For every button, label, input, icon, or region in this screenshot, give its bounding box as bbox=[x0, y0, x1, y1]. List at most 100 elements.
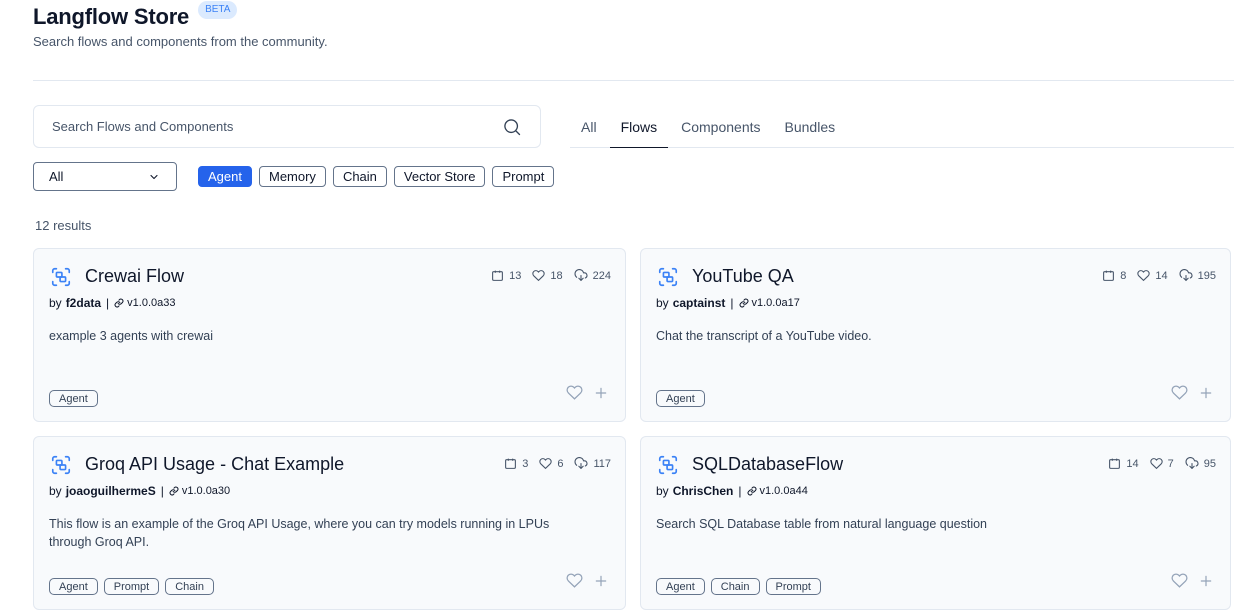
downloads-count: 195 bbox=[1179, 269, 1216, 282]
component-icon bbox=[492, 270, 504, 281]
card-version: v1.0.0a44 bbox=[747, 485, 808, 497]
tag-filters: Agent Memory Chain Vector Store Prompt bbox=[198, 166, 555, 187]
heart-icon bbox=[532, 270, 546, 282]
components-count: 3 bbox=[504, 457, 528, 470]
component-icon bbox=[1103, 270, 1115, 281]
like-heart-icon[interactable] bbox=[1171, 572, 1188, 589]
header-divider bbox=[33, 80, 1234, 81]
results-count: 12 results bbox=[35, 218, 92, 233]
like-heart-icon[interactable] bbox=[566, 384, 583, 401]
card-actions bbox=[566, 384, 609, 401]
card-tags: Agent Chain Prompt bbox=[656, 578, 821, 595]
search-box[interactable] bbox=[33, 105, 541, 148]
card-stats: 13 18 224 bbox=[480, 269, 611, 282]
heart-icon bbox=[1149, 458, 1163, 470]
components-count: 8 bbox=[1102, 269, 1126, 282]
tag-filter-vector-store[interactable]: Vector Store bbox=[393, 166, 486, 187]
card-meta: by ChrisChen | v1.0.0a44 bbox=[656, 484, 808, 498]
tag-filter-agent[interactable]: Agent bbox=[198, 166, 252, 187]
tag-filter-prompt[interactable]: Prompt bbox=[492, 166, 555, 187]
components-count: 13 bbox=[491, 269, 521, 282]
like-heart-icon[interactable] bbox=[1171, 384, 1188, 401]
add-plus-icon[interactable] bbox=[1198, 385, 1214, 401]
add-plus-icon[interactable] bbox=[1198, 573, 1214, 589]
like-heart-icon[interactable] bbox=[566, 572, 583, 589]
card-tag-chain: Chain bbox=[165, 578, 214, 595]
card-stats: 14 7 95 bbox=[1097, 457, 1216, 470]
card-title[interactable]: Crewai Flow bbox=[85, 266, 184, 287]
type-tabs: All Flows Components Bundles bbox=[570, 106, 1234, 148]
link-icon bbox=[747, 486, 756, 496]
card-tags: Agent bbox=[656, 390, 705, 407]
card-title[interactable]: SQLDatabaseFlow bbox=[692, 454, 843, 475]
card-actions bbox=[1171, 384, 1214, 401]
beta-badge: BETA bbox=[198, 1, 238, 19]
card-description: Chat the transcript of a YouTube video. bbox=[656, 329, 872, 343]
tag-filter-chain[interactable]: Chain bbox=[332, 166, 387, 187]
search-input[interactable] bbox=[52, 119, 502, 134]
group-flow-icon bbox=[658, 455, 678, 475]
link-icon bbox=[114, 298, 124, 308]
tag-filter-memory[interactable]: Memory bbox=[258, 166, 326, 187]
card-tags: Agent Prompt Chain bbox=[49, 578, 214, 595]
tab-flows[interactable]: Flows bbox=[609, 106, 669, 148]
filter-select[interactable]: All bbox=[33, 162, 177, 191]
card-actions bbox=[566, 572, 609, 589]
search-icon[interactable] bbox=[502, 117, 522, 137]
flow-card[interactable]: SQLDatabaseFlow 14 7 95 by ChrisChen | v1… bbox=[640, 436, 1231, 610]
card-tag-chain: Chain bbox=[710, 578, 760, 595]
tab-all[interactable]: All bbox=[570, 106, 608, 148]
cloud-download-icon bbox=[574, 457, 588, 470]
downloads-count: 117 bbox=[574, 457, 611, 470]
components-count: 14 bbox=[1108, 457, 1139, 470]
card-title[interactable]: Groq API Usage - Chat Example bbox=[85, 454, 344, 475]
card-meta: by f2data | v1.0.0a33 bbox=[49, 296, 176, 310]
cloud-download-icon bbox=[1179, 269, 1193, 282]
card-stats: 3 6 117 bbox=[493, 457, 611, 470]
filter-select-value: All bbox=[49, 169, 64, 184]
card-description: example 3 agents with crewai bbox=[49, 329, 213, 343]
flow-card[interactable]: Crewai Flow 13 18 224 by f2data | v1.0.0a… bbox=[33, 248, 626, 422]
card-meta: by joaoguilhermeS | v1.0.0a30 bbox=[49, 484, 231, 498]
card-tag-agent: Agent bbox=[49, 390, 98, 407]
card-description: This flow is an example of the Groq API … bbox=[49, 517, 550, 549]
card-stats: 8 14 195 bbox=[1091, 269, 1216, 282]
card-author[interactable]: joaoguilhermeS bbox=[66, 484, 156, 498]
store-header: Langflow Store BETA Search flows and com… bbox=[33, 0, 328, 49]
heart-icon bbox=[539, 458, 553, 470]
card-version: v1.0.0a30 bbox=[169, 485, 230, 497]
card-meta: by captainst | v1.0.0a17 bbox=[656, 296, 800, 310]
page-subtitle: Search flows and components from the com… bbox=[33, 34, 328, 49]
downloads-count: 224 bbox=[574, 269, 611, 282]
card-version: v1.0.0a17 bbox=[739, 297, 800, 309]
group-flow-icon bbox=[658, 267, 678, 287]
flow-card[interactable]: YouTube QA 8 14 195 by captainst | v1.0.0… bbox=[640, 248, 1231, 422]
tab-bundles[interactable]: Bundles bbox=[774, 106, 847, 148]
card-tag-agent: Agent bbox=[656, 390, 705, 407]
card-tag-prompt: Prompt bbox=[765, 578, 821, 595]
add-plus-icon[interactable] bbox=[593, 573, 609, 589]
card-version: v1.0.0a33 bbox=[114, 297, 175, 309]
card-tag-prompt: Prompt bbox=[103, 578, 160, 595]
flow-card[interactable]: Groq API Usage - Chat Example 3 6 117 by… bbox=[33, 436, 626, 610]
cloud-download-icon bbox=[574, 269, 588, 282]
component-icon bbox=[505, 458, 517, 469]
heart-icon bbox=[1137, 270, 1151, 282]
card-tag-agent: Agent bbox=[656, 578, 705, 595]
link-icon bbox=[739, 298, 748, 308]
card-actions bbox=[1171, 572, 1214, 589]
title-row: Langflow Store BETA bbox=[33, 0, 328, 34]
card-author[interactable]: captainst bbox=[673, 296, 726, 310]
group-flow-icon bbox=[51, 455, 71, 475]
card-tag-agent: Agent bbox=[49, 578, 98, 595]
page-title: Langflow Store bbox=[33, 4, 190, 29]
group-flow-icon bbox=[51, 267, 71, 287]
likes-count: 6 bbox=[539, 457, 563, 470]
add-plus-icon[interactable] bbox=[593, 385, 609, 401]
tab-components[interactable]: Components bbox=[670, 106, 771, 148]
card-description: Search SQL Database table from natural l… bbox=[656, 517, 987, 531]
card-title[interactable]: YouTube QA bbox=[692, 266, 794, 287]
card-author[interactable]: ChrisChen bbox=[673, 484, 734, 498]
likes-count: 7 bbox=[1149, 457, 1174, 470]
card-author[interactable]: f2data bbox=[66, 296, 101, 310]
